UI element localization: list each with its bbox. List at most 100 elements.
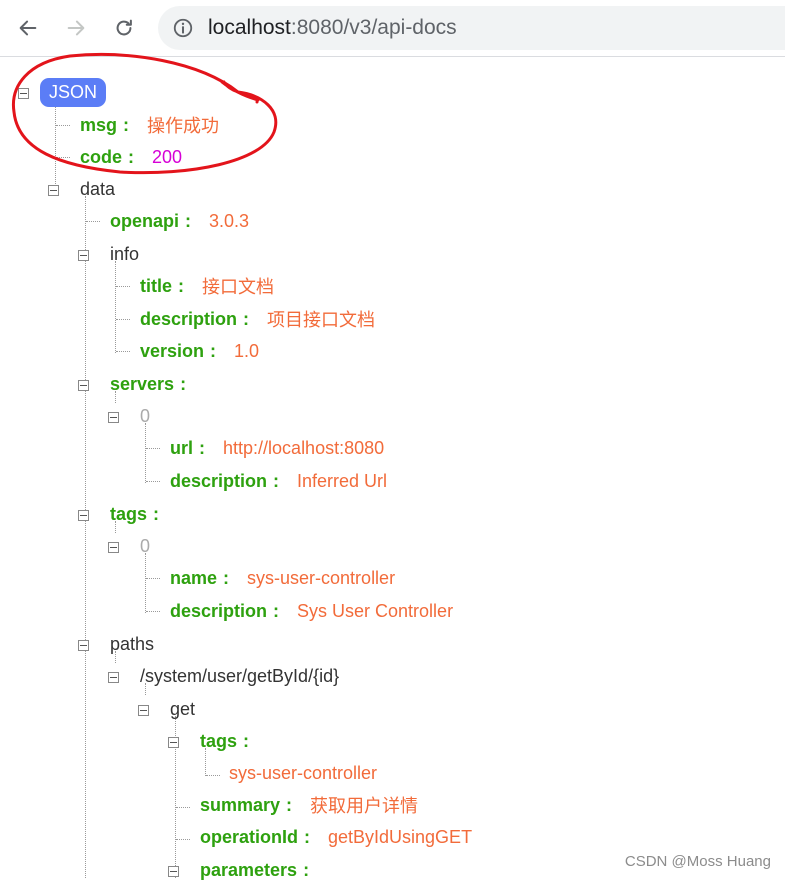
key-title: title	[140, 275, 173, 296]
collapse-toggle-path[interactable]	[108, 672, 119, 683]
colon: :	[303, 859, 310, 880]
collapse-toggle-data[interactable]	[48, 185, 59, 196]
value-version: 1.0	[234, 340, 260, 361]
tree-row-root: JSON	[40, 76, 107, 108]
tree-guide-line	[55, 98, 56, 188]
browser-toolbar: localhost:8080/v3/api-docs	[0, 0, 785, 57]
url-host: localhost	[208, 16, 291, 39]
back-arrow-icon	[19, 20, 37, 36]
address-bar[interactable]: localhost:8080/v3/api-docs	[158, 6, 785, 50]
collapse-toggle-get[interactable]	[138, 705, 149, 716]
colon: :	[185, 210, 192, 231]
collapse-toggle-parameters[interactable]	[168, 866, 179, 877]
root-json-badge[interactable]: JSON	[40, 77, 107, 107]
value-operation-id: getByIdUsingGET	[328, 826, 473, 847]
tree-row-get: get	[170, 693, 195, 725]
tree-guide-line	[176, 807, 190, 808]
collapse-toggle-info[interactable]	[78, 250, 89, 261]
tree-row-parameters: parameters:	[200, 854, 327, 886]
tree-guide-line	[176, 839, 190, 840]
forward-arrow-icon	[67, 20, 85, 36]
collapse-toggle-servers[interactable]	[78, 380, 89, 391]
colon: :	[153, 503, 160, 524]
colon: :	[243, 730, 250, 751]
collapse-toggle-paths[interactable]	[78, 640, 89, 651]
array-index[interactable]: 0	[140, 406, 150, 427]
tree-row-servers: servers:	[110, 368, 204, 400]
tree-row-info: info	[110, 238, 139, 270]
tree-row-url: url: http://localhost:8080	[170, 432, 384, 464]
key-tags[interactable]: tags	[110, 504, 147, 525]
key-version: version	[140, 340, 205, 361]
key-parameters[interactable]: parameters	[200, 860, 297, 881]
key-msg: msg	[80, 114, 118, 135]
tree-guide-line	[115, 261, 116, 353]
value-summary: 获取用户详情	[310, 796, 419, 816]
key-path[interactable]: /system/user/getById/{id}	[140, 666, 339, 687]
colon: :	[243, 308, 250, 329]
tree-row-operation-id: operationId: getByIdUsingGET	[200, 821, 472, 853]
key-name: name	[170, 567, 218, 588]
forward-button[interactable]	[58, 10, 94, 46]
tree-row-code: code:200	[80, 141, 182, 173]
colon: :	[128, 146, 135, 167]
tree-row-tags-index: 0	[140, 530, 150, 562]
collapse-toggle-tags[interactable]	[78, 510, 89, 521]
json-tree-view: JSON msg: 操作成功 code:200 data openapi:3.0.…	[0, 57, 785, 880]
value-description: 项目接口文档	[267, 310, 376, 330]
tree-guide-line	[86, 221, 100, 222]
value-tag-item: sys-user-controller	[229, 762, 378, 783]
reload-button[interactable]	[106, 10, 142, 46]
tree-row-data: data	[80, 173, 115, 205]
key-tags[interactable]: tags	[200, 731, 237, 752]
colon: :	[304, 826, 310, 847]
tree-guide-line	[56, 157, 70, 158]
key-operation-id: operationId	[200, 826, 298, 847]
value-description: Inferred Url	[297, 470, 388, 491]
key-servers[interactable]: servers	[110, 374, 174, 395]
collapse-toggle-tags-0[interactable]	[108, 542, 119, 553]
array-index[interactable]: 0	[140, 536, 150, 557]
key-url: url	[170, 437, 194, 458]
value-openapi: 3.0.3	[209, 210, 250, 231]
tree-guide-line	[116, 351, 130, 352]
key-info[interactable]: info	[110, 244, 139, 265]
back-button[interactable]	[10, 10, 46, 46]
colon: :	[210, 340, 217, 361]
colon: :	[199, 437, 206, 458]
colon: :	[273, 600, 280, 621]
value-code: 200	[152, 146, 183, 167]
colon: :	[273, 470, 280, 491]
colon: :	[178, 275, 185, 296]
site-info-icon[interactable]	[172, 17, 194, 39]
key-description: description	[140, 308, 238, 329]
key-paths[interactable]: paths	[110, 634, 154, 655]
tree-guide-line	[146, 448, 160, 449]
key-description: description	[170, 600, 268, 621]
key-description: description	[170, 470, 268, 491]
tree-row-info-description: description: 项目接口文档	[140, 303, 375, 335]
colon: :	[223, 567, 230, 588]
tree-row-paths: paths	[110, 628, 154, 660]
tree-guide-line	[56, 125, 70, 126]
tree-guide-line	[206, 775, 220, 776]
value-msg: 操作成功	[147, 116, 220, 136]
tree-row-tags: tags:	[110, 498, 177, 530]
value-name: sys-user-controller	[247, 567, 396, 588]
collapse-toggle-get-tags[interactable]	[168, 737, 179, 748]
collapse-toggle-servers-0[interactable]	[108, 412, 119, 423]
colon: :	[123, 114, 130, 135]
key-summary: summary	[200, 794, 281, 815]
colon: :	[180, 373, 187, 394]
url-path: :8080/v3/api-docs	[290, 16, 457, 39]
key-get[interactable]: get	[170, 699, 195, 720]
value-url: http://localhost:8080	[223, 437, 385, 458]
url-text[interactable]: localhost:8080/v3/api-docs	[208, 16, 457, 40]
tree-row-name: name: sys-user-controller	[170, 562, 395, 594]
key-data[interactable]: data	[80, 179, 115, 200]
tree-row-msg: msg: 操作成功	[80, 109, 219, 141]
tree-row-servers-index: 0	[140, 400, 150, 432]
tree-guide-line	[116, 286, 130, 287]
collapse-toggle-root[interactable]	[18, 88, 29, 99]
tree-row-title: title: 接口文档	[140, 270, 274, 302]
